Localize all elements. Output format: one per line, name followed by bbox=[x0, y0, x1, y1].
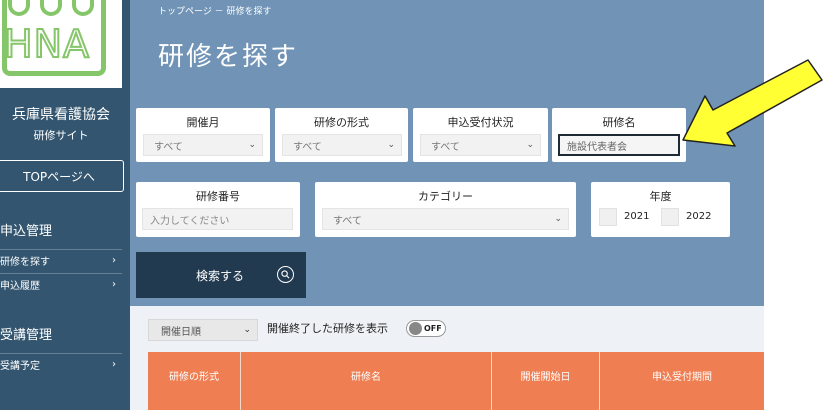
annotation-arrow-icon bbox=[682, 59, 823, 147]
